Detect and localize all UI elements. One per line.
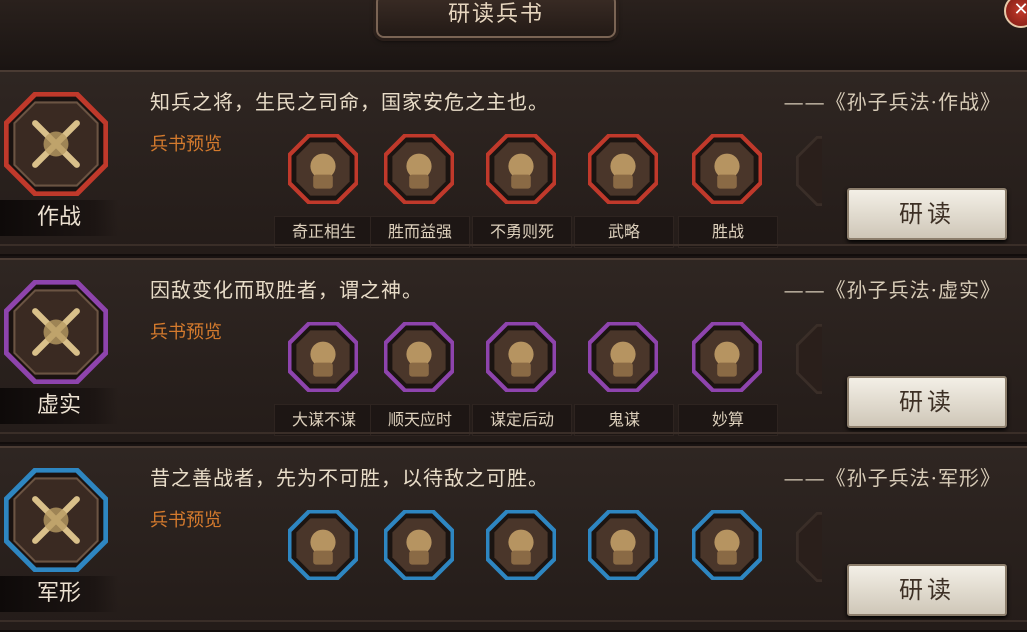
crossed-blades-icon — [4, 92, 108, 196]
item-label: 妙算 — [678, 404, 778, 436]
section-source: ——《孙子兵法·虚实》 — [783, 278, 1001, 302]
preview-label: 兵书预览 — [150, 134, 222, 155]
strategist-icon — [288, 322, 358, 392]
book-section-panel: 虚实 因敌变化而取胜者，谓之神。 ——《孙子兵法·虚实》 兵书预览 研读 大谋不… — [0, 258, 1027, 444]
more-items-indicator — [782, 132, 822, 242]
section-source: ——《孙子兵法·军形》 — [783, 466, 1001, 490]
item-label: 不勇则死 — [472, 216, 572, 248]
section-name: 虚实 — [0, 388, 118, 424]
item-label: 胜而益强 — [370, 216, 470, 248]
hooded-advisor-icon — [588, 322, 658, 392]
general-icon — [384, 134, 454, 204]
book-preview-item[interactable]: 鬼谋 — [572, 320, 674, 436]
soldiers-icon — [288, 510, 358, 580]
window-title: 研读兵书 — [376, 0, 616, 38]
study-button[interactable]: 研读 — [847, 188, 1007, 240]
book-preview-item[interactable] — [572, 508, 674, 618]
preview-label: 兵书预览 — [150, 510, 222, 531]
book-preview-item[interactable]: 大谋不谋 — [272, 320, 374, 436]
section-quote: 知兵之将，生民之司命，国家安危之主也。 — [150, 90, 549, 114]
book-preview-item[interactable]: 胜战 — [676, 132, 778, 248]
broken-banner-icon — [4, 280, 108, 384]
book-preview-item[interactable]: 妙算 — [676, 320, 778, 436]
scroll-icon — [692, 322, 762, 392]
section-name: 作战 — [0, 200, 118, 236]
item-label: 大谋不谋 — [274, 404, 374, 436]
item-label: 奇正相生 — [274, 216, 374, 248]
study-button[interactable]: 研读 — [847, 376, 1007, 428]
horse-icon — [486, 510, 556, 580]
more-items-indicator — [782, 508, 822, 618]
book-preview-item[interactable]: 奇正相生 — [272, 132, 374, 248]
more-items-indicator — [782, 320, 822, 430]
warrior-icon — [288, 134, 358, 204]
book-preview-item[interactable]: 谋定后动 — [470, 320, 572, 436]
book-preview-item[interactable]: 不勇则死 — [470, 132, 572, 248]
scroll-icon — [692, 134, 762, 204]
book-preview-item[interactable]: 武略 — [572, 132, 674, 248]
scholar-icon — [692, 510, 762, 580]
shield-arrows-icon — [4, 468, 108, 572]
book-preview-item[interactable] — [272, 508, 374, 618]
item-label: 武略 — [574, 216, 674, 248]
item-label: 鬼谋 — [574, 404, 674, 436]
book-preview-item[interactable]: 顺天应时 — [368, 320, 470, 436]
section-quote: 昔之善战者，先为不可胜，以待敌之可胜。 — [150, 466, 549, 490]
item-label: 顺天应时 — [370, 404, 470, 436]
section-source: ——《孙子兵法·作战》 — [783, 90, 1001, 114]
sword-icon — [588, 134, 658, 204]
section-name: 军形 — [0, 576, 118, 612]
section-quote: 因敌变化而取胜者，谓之神。 — [150, 278, 423, 302]
book-preview-item[interactable]: 胜而益强 — [368, 132, 470, 248]
study-button[interactable]: 研读 — [847, 564, 1007, 616]
lotus-icon — [384, 510, 454, 580]
book-preview-item[interactable] — [470, 508, 572, 618]
fighter-icon — [486, 134, 556, 204]
chalice-icon — [588, 510, 658, 580]
book-section-panel: 军形 昔之善战者，先为不可胜，以待敌之可胜。 ——《孙子兵法·军形》 兵书预览 … — [0, 446, 1027, 632]
book-preview-item[interactable] — [368, 508, 470, 618]
item-label: 谋定后动 — [472, 404, 572, 436]
item-label: 胜战 — [678, 216, 778, 248]
book-section-panel: 作战 知兵之将，生民之司命，国家安危之主也。 ——《孙子兵法·作战》 兵书预览 … — [0, 70, 1027, 256]
banner-icon — [384, 322, 454, 392]
commander-icon — [486, 322, 556, 392]
book-preview-item[interactable] — [676, 508, 778, 618]
preview-label: 兵书预览 — [150, 322, 222, 343]
